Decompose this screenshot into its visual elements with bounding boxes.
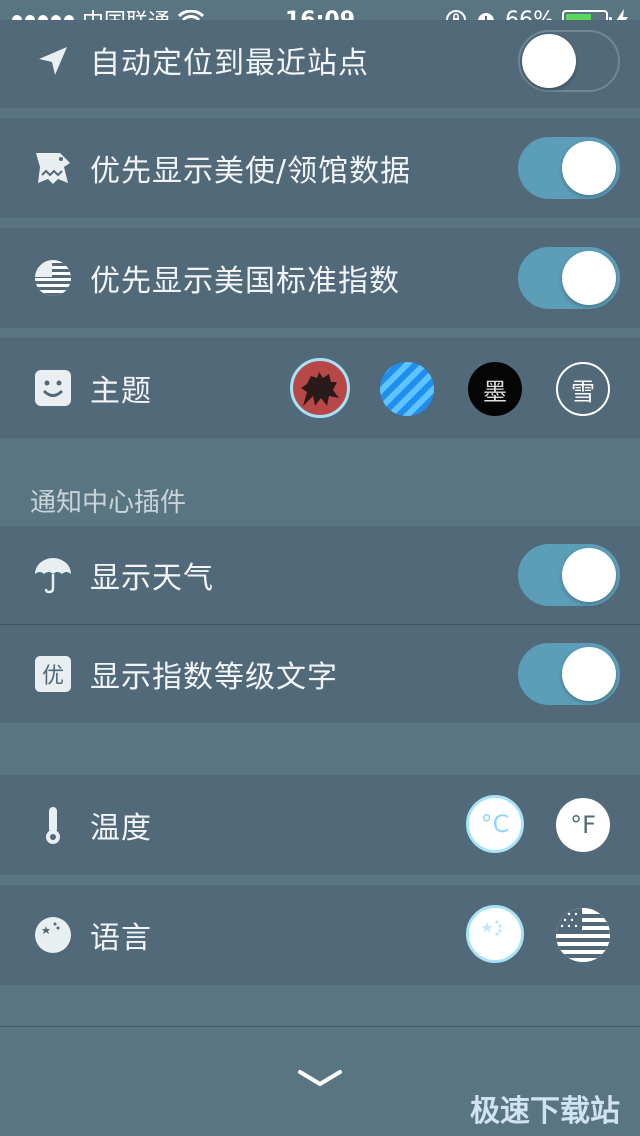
celsius-option[interactable]: °C: [466, 795, 524, 853]
us-flag-icon: [34, 259, 72, 297]
row-language: 语言: [0, 885, 640, 985]
row-show-weather[interactable]: 显示天气: [0, 526, 640, 624]
row-label: 显示指数等级文字: [90, 660, 338, 695]
location-arrow-icon: [34, 42, 72, 80]
theme-blue-option[interactable]: [380, 362, 434, 416]
theme-ink-option[interactable]: 墨: [468, 362, 522, 416]
prefer-us-index-toggle[interactable]: [518, 247, 620, 309]
globe-icon: [34, 916, 72, 954]
smiley-icon: [34, 369, 72, 407]
row-auto-locate[interactable]: 自动定位到最近站点: [0, 20, 640, 108]
umbrella-icon: [34, 556, 72, 594]
show-level-text-toggle[interactable]: [518, 643, 620, 705]
row-label: 主题: [90, 374, 152, 409]
row-prefer-embassy[interactable]: 优先显示美使/领馆数据: [0, 118, 640, 218]
watermark: 极速下载站: [470, 1094, 620, 1129]
prefer-embassy-toggle[interactable]: [518, 137, 620, 199]
us-flag-icon: [556, 908, 610, 962]
chevron-down-icon[interactable]: [298, 1068, 342, 1088]
fahrenheit-option[interactable]: °F: [556, 798, 610, 852]
chinese-language-option[interactable]: [466, 905, 524, 963]
row-prefer-us-index[interactable]: 优先显示美国标准指数: [0, 228, 640, 328]
row-theme: 主题 墨 雪: [0, 338, 640, 438]
show-weather-toggle[interactable]: [518, 544, 620, 606]
divider: [0, 1026, 640, 1027]
auto-locate-toggle[interactable]: [518, 30, 620, 92]
china-flag-icon: [481, 920, 502, 936]
theme-godzilla-option[interactable]: [290, 358, 350, 418]
row-temperature: 温度 °C °F: [0, 775, 640, 875]
row-label: 温度: [90, 811, 152, 846]
theme-snow-label: 雪: [571, 377, 595, 406]
theme-snow-option[interactable]: 雪: [556, 362, 610, 416]
quality-badge-icon: 优: [34, 655, 72, 693]
row-label: 优先显示美国标准指数: [90, 264, 400, 299]
row-show-level-text[interactable]: 优 显示指数等级文字: [0, 625, 640, 723]
row-label: 优先显示美使/领馆数据: [90, 154, 412, 189]
row-label: 自动定位到最近站点: [90, 46, 369, 81]
godzilla-icon: [301, 372, 339, 406]
theme-ink-label: 墨: [483, 377, 507, 406]
row-label: 语言: [90, 921, 152, 956]
section-header-notification: 通知中心插件: [30, 488, 187, 518]
thermometer-icon: [34, 806, 72, 844]
eagle-icon: [34, 149, 72, 187]
english-language-option[interactable]: [556, 908, 610, 962]
row-label: 显示天气: [90, 561, 214, 596]
